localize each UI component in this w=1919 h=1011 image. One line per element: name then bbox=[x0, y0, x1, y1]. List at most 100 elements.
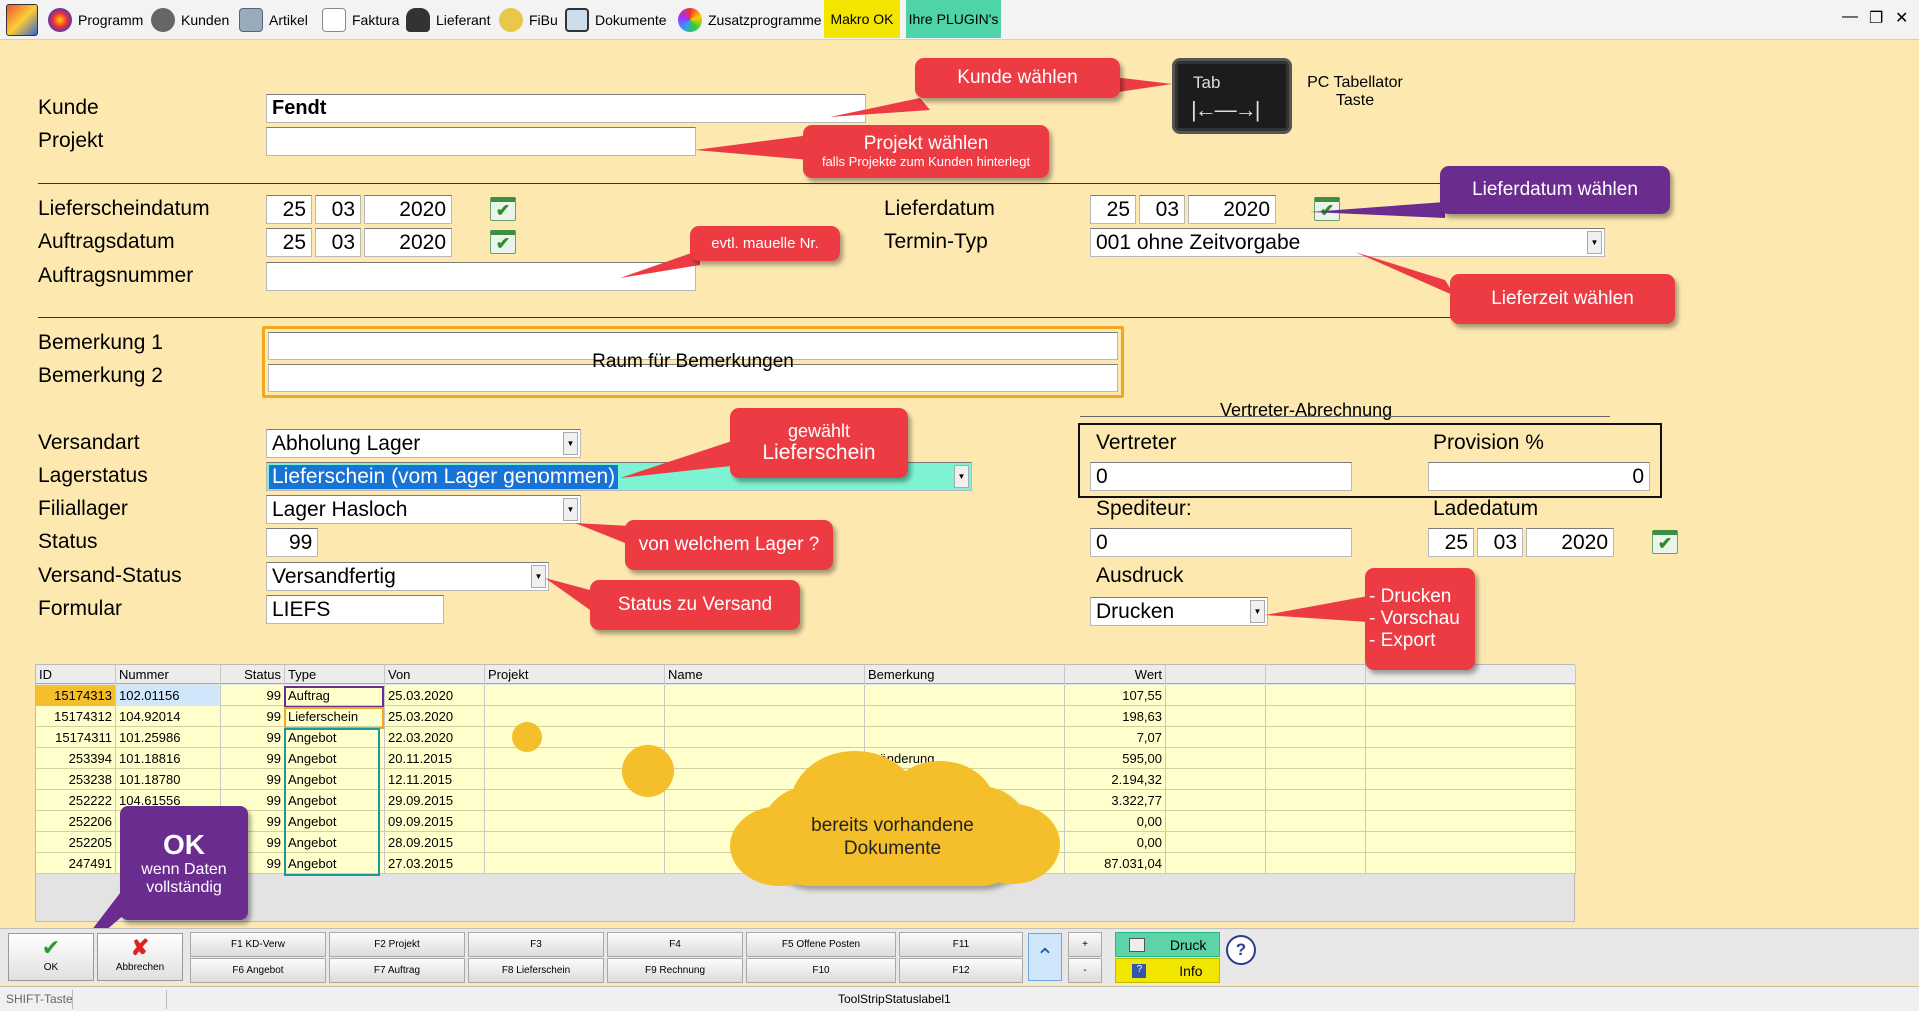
ok-button[interactable]: ✔ OK bbox=[8, 933, 94, 981]
table-row[interactable]: 15174311 101.25986 99 Angebot 22.03.2020 7,07 bbox=[36, 727, 1576, 748]
f11-button[interactable]: F11 bbox=[899, 932, 1023, 957]
f1-button[interactable]: F1 KD-Verw bbox=[190, 932, 326, 957]
lieferscheindatum-label: Lieferscheindatum bbox=[38, 197, 210, 220]
druck-button[interactable]: Druck bbox=[1115, 932, 1220, 957]
calendar-icon[interactable]: ✔ bbox=[490, 230, 516, 254]
versand-status-select[interactable]: Versandfertig ▼ bbox=[266, 562, 549, 591]
auftragsdatum-label: Auftragsdatum bbox=[38, 230, 175, 253]
ladedatum-year[interactable]: 2020 bbox=[1526, 528, 1614, 557]
grid-column-header[interactable]: Nummer bbox=[116, 665, 221, 684]
cloud-bubble-small bbox=[512, 722, 542, 752]
table-row[interactable]: 15174313 102.01156 99 Auftrag 25.03.2020 107,… bbox=[36, 685, 1576, 706]
close-icon[interactable]: ✕ bbox=[1895, 8, 1908, 28]
projekt-label: Projekt bbox=[38, 129, 104, 152]
bemerkung-placeholder: Raum für Bemerkungen bbox=[592, 351, 794, 372]
f12-button[interactable]: F12 bbox=[899, 958, 1023, 983]
f4-button[interactable]: F4 bbox=[607, 932, 743, 957]
kunde-input[interactable]: Fendt bbox=[266, 94, 866, 123]
spediteur-input[interactable]: 0 bbox=[1090, 528, 1352, 557]
makro-ok-button[interactable]: Makro OK bbox=[824, 0, 900, 38]
minimize-icon[interactable]: — bbox=[1842, 8, 1858, 26]
table-cell bbox=[1366, 853, 1576, 874]
calendar-icon[interactable]: ✔ bbox=[1314, 197, 1340, 221]
abbrechen-button[interactable]: ✘ Abbrechen bbox=[97, 933, 183, 981]
f9-button[interactable]: F9 Rechnung bbox=[607, 958, 743, 983]
f6-button[interactable]: F6 Angebot bbox=[190, 958, 326, 983]
auftragsdatum-day[interactable]: 25 bbox=[266, 228, 312, 257]
grid-column-header[interactable] bbox=[1266, 665, 1366, 684]
ladedatum-month[interactable]: 03 bbox=[1477, 528, 1523, 557]
vertreter-label: Vertreter bbox=[1096, 431, 1177, 454]
chevron-down-icon[interactable]: ▼ bbox=[954, 465, 969, 488]
chevron-down-icon[interactable]: ▼ bbox=[563, 432, 578, 455]
app-logo[interactable] bbox=[6, 4, 38, 36]
table-cell: 99 bbox=[221, 748, 285, 769]
auftragsnummer-input[interactable] bbox=[266, 262, 696, 291]
f7-button[interactable]: F7 Auftrag bbox=[329, 958, 465, 983]
f2-button[interactable]: F2 Projekt bbox=[329, 932, 465, 957]
f8-button[interactable]: F8 Lieferschein bbox=[468, 958, 604, 983]
menu-faktura[interactable]: Faktura bbox=[322, 2, 399, 38]
grid-column-header[interactable]: Wert bbox=[1065, 665, 1166, 684]
grid-column-header[interactable]: Bemerkung bbox=[865, 665, 1065, 684]
minus-button[interactable]: - bbox=[1068, 958, 1102, 983]
table-cell bbox=[1366, 748, 1576, 769]
lagerstatus-label: Lagerstatus bbox=[38, 464, 148, 487]
zusatzprogramme-icon bbox=[678, 8, 702, 32]
vertreter-input[interactable]: 0 bbox=[1090, 462, 1352, 491]
ausdruck-select[interactable]: Drucken ▼ bbox=[1090, 597, 1268, 626]
table-cell bbox=[865, 685, 1065, 706]
grid-column-header[interactable] bbox=[1166, 665, 1266, 684]
grid-column-header[interactable]: Von bbox=[385, 665, 485, 684]
table-cell bbox=[1366, 685, 1576, 706]
ladedatum-day[interactable]: 25 bbox=[1428, 528, 1474, 557]
lieferscheindatum-day[interactable]: 25 bbox=[266, 195, 312, 224]
grid-column-header[interactable]: Status bbox=[221, 665, 285, 684]
f3-button[interactable]: F3 bbox=[468, 932, 604, 957]
table-cell bbox=[1266, 727, 1366, 748]
table-cell bbox=[665, 727, 865, 748]
versandart-select[interactable]: Abholung Lager ▼ bbox=[266, 429, 581, 458]
menu-artikel[interactable]: Artikel bbox=[239, 2, 308, 38]
auftragsdatum-month[interactable]: 03 bbox=[315, 228, 361, 257]
provision-input[interactable]: 0 bbox=[1428, 462, 1650, 491]
calendar-icon[interactable]: ✔ bbox=[1652, 530, 1678, 554]
chevron-down-icon[interactable]: ▼ bbox=[531, 565, 546, 588]
calendar-icon[interactable]: ✔ bbox=[490, 197, 516, 221]
lieferscheindatum-year[interactable]: 2020 bbox=[364, 195, 452, 224]
grid-column-header[interactable]: ID bbox=[36, 665, 116, 684]
collapse-up-icon[interactable]: ⌃ bbox=[1028, 933, 1062, 981]
formular-input[interactable]: LIEFS bbox=[266, 595, 444, 624]
auftragsdatum-year[interactable]: 2020 bbox=[364, 228, 452, 257]
table-cell bbox=[1366, 727, 1576, 748]
lieferdatum-month[interactable]: 03 bbox=[1139, 195, 1185, 224]
help-icon[interactable]: ? bbox=[1226, 935, 1256, 965]
lieferdatum-day[interactable]: 25 bbox=[1090, 195, 1136, 224]
table-row[interactable]: 15174312 104.92014 99 Lieferschein 25.03.202… bbox=[36, 706, 1576, 727]
info-button[interactable]: ? Info bbox=[1115, 958, 1220, 983]
grid-column-header[interactable]: Projekt bbox=[485, 665, 665, 684]
plugins-button[interactable]: Ihre PLUGIN's bbox=[906, 0, 1001, 38]
f5-button[interactable]: F5 Offene Posten bbox=[746, 932, 896, 957]
menu-kunden[interactable]: Kunden bbox=[151, 2, 229, 38]
menu-programm[interactable]: Programm bbox=[48, 2, 143, 38]
f10-button[interactable]: F10 bbox=[746, 958, 896, 983]
termin-typ-select[interactable]: 001 ohne Zeitvorgabe ▼ bbox=[1090, 228, 1605, 257]
projekt-input[interactable] bbox=[266, 127, 696, 156]
menu-lieferant[interactable]: Lieferant bbox=[406, 2, 490, 38]
chevron-down-icon[interactable]: ▼ bbox=[1250, 600, 1265, 623]
lieferscheindatum-month[interactable]: 03 bbox=[315, 195, 361, 224]
restore-icon[interactable]: ❐ bbox=[1869, 8, 1883, 28]
chevron-down-icon[interactable]: ▼ bbox=[1587, 231, 1602, 254]
lieferdatum-year[interactable]: 2020 bbox=[1188, 195, 1276, 224]
status-input[interactable]: 99 bbox=[266, 528, 318, 557]
table-cell: 29.09.2015 bbox=[385, 790, 485, 811]
grid-column-header[interactable]: Type bbox=[285, 665, 385, 684]
filiallager-select[interactable]: Lager Hasloch ▼ bbox=[266, 495, 581, 524]
menu-fibu[interactable]: FiBu bbox=[499, 2, 558, 38]
menu-zusatzprogramme[interactable]: Zusatzprogramme bbox=[678, 2, 822, 38]
menu-dokumente[interactable]: Dokumente bbox=[565, 2, 667, 38]
plus-button[interactable]: + bbox=[1068, 932, 1102, 957]
chevron-down-icon[interactable]: ▼ bbox=[563, 498, 578, 521]
grid-column-header[interactable]: Name bbox=[665, 665, 865, 684]
